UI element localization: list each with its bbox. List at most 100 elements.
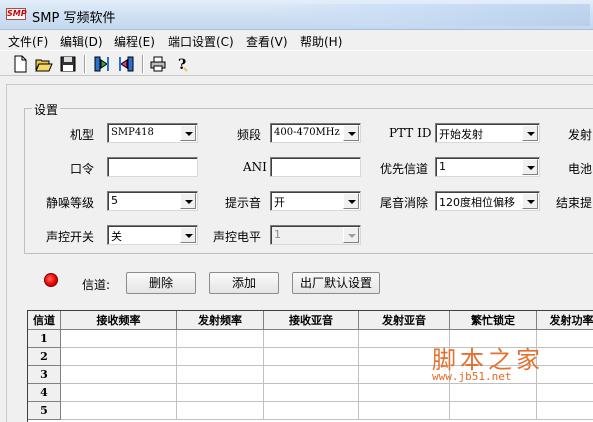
table-cell[interactable] xyxy=(264,366,359,384)
table-cell[interactable] xyxy=(264,384,359,402)
write-to-radio-icon[interactable] xyxy=(116,54,136,74)
chevron-down-icon[interactable] xyxy=(343,125,359,141)
table-cell[interactable] xyxy=(450,384,537,402)
squelch-value: 5 xyxy=(111,194,118,207)
delete-button[interactable]: 删除 xyxy=(126,272,196,294)
svg-text:?: ? xyxy=(178,57,186,73)
table-header-tx-freq: 发射频率 xyxy=(177,311,264,330)
table-cell[interactable] xyxy=(61,348,177,366)
chevron-down-icon xyxy=(343,227,359,243)
window-title: SMP 写频软件 xyxy=(32,11,116,26)
vox-level-label: 声控电平 xyxy=(213,230,262,244)
chevron-down-icon[interactable] xyxy=(180,125,196,141)
model-label: 机型 xyxy=(70,128,95,142)
menu-port[interactable]: 端口设置(C) xyxy=(168,33,234,50)
table-row-number[interactable]: 4 xyxy=(28,384,61,402)
table-cell[interactable] xyxy=(359,402,450,420)
priority-channel-label: 优先信道 xyxy=(380,162,429,176)
ani-label: ANI xyxy=(243,160,267,174)
beep-select[interactable]: 开 xyxy=(270,191,361,211)
vox-level-select: 1 xyxy=(270,225,361,245)
vox-switch-label: 声控开关 xyxy=(46,230,95,244)
menu-edit[interactable]: 编辑(D) xyxy=(60,33,103,50)
title-bar: SMP SMP 写频软件 xyxy=(0,0,593,30)
model-select[interactable]: SMP418 xyxy=(107,123,198,143)
table-cell[interactable] xyxy=(359,384,450,402)
password-label: 口令 xyxy=(70,162,95,176)
table-header-busy-lock: 繁忙锁定 xyxy=(450,311,537,330)
ptt-id-select[interactable]: 开始发射 xyxy=(435,123,540,143)
table-cell[interactable] xyxy=(537,330,593,348)
squelch-label: 静噪等级 xyxy=(46,196,95,210)
password-field[interactable] xyxy=(107,157,198,177)
table-cell[interactable] xyxy=(537,348,593,366)
chevron-down-icon[interactable] xyxy=(180,227,196,243)
priority-channel-value: 1 xyxy=(439,160,446,173)
read-from-radio-icon[interactable] xyxy=(92,54,112,74)
table-cell[interactable] xyxy=(61,330,177,348)
watermark-url: www.jb51.net xyxy=(432,370,512,383)
table-row-number[interactable]: 2 xyxy=(28,348,61,366)
band-label: 频段 xyxy=(237,128,262,142)
chevron-down-icon[interactable] xyxy=(343,193,359,209)
menu-bar: 文件(F) 编辑(D) 编程(E) 端口设置(C) 查看(V) 帮助(H) xyxy=(0,30,593,50)
channel-label: 信道: xyxy=(82,278,111,292)
table-row-number[interactable]: 5 xyxy=(28,402,61,420)
menu-view[interactable]: 查看(V) xyxy=(246,33,288,50)
battery-cut-label: 电池 xyxy=(568,162,593,176)
table-cell[interactable] xyxy=(177,384,264,402)
table-cell[interactable] xyxy=(61,384,177,402)
tx-cut-label: 发射 xyxy=(568,128,593,142)
table-cell[interactable] xyxy=(264,348,359,366)
app-logo-icon: SMP xyxy=(6,8,27,20)
end-cut-label: 结束提 xyxy=(556,196,593,210)
chevron-down-icon[interactable] xyxy=(180,193,196,209)
vox-switch-select[interactable]: 关 xyxy=(107,225,198,245)
band-value: 400-470MHz xyxy=(274,127,340,138)
table-cell[interactable] xyxy=(264,330,359,348)
table-header-channel: 信道 xyxy=(28,311,61,330)
table-cell[interactable] xyxy=(264,402,359,420)
table-row-number[interactable]: 1 xyxy=(28,330,61,348)
table-cell[interactable] xyxy=(61,402,177,420)
chevron-down-icon[interactable] xyxy=(522,159,538,175)
table-row-number[interactable]: 3 xyxy=(28,366,61,384)
tail-elim-value: 120度相位偏移 xyxy=(439,196,515,209)
band-select[interactable]: 400-470MHz xyxy=(270,123,361,143)
table-cell[interactable] xyxy=(177,330,264,348)
save-disk-icon[interactable] xyxy=(58,54,78,74)
vox-switch-value: 关 xyxy=(111,230,122,243)
vox-level-value: 1 xyxy=(274,228,281,241)
chevron-down-icon[interactable] xyxy=(522,125,538,141)
table-header-tx-power: 发射功率 xyxy=(537,311,593,330)
table-header-rx-freq: 接收频率 xyxy=(61,311,177,330)
squelch-select[interactable]: 5 xyxy=(107,191,198,211)
factory-default-button[interactable]: 出厂默认设置 xyxy=(292,272,380,294)
tail-elim-select[interactable]: 120度相位偏移 xyxy=(435,191,540,211)
table-cell[interactable] xyxy=(450,402,537,420)
table-cell[interactable] xyxy=(537,366,593,384)
table-cell[interactable] xyxy=(537,402,593,420)
help-icon[interactable]: ? xyxy=(172,54,192,74)
table-cell[interactable] xyxy=(177,366,264,384)
beep-value: 开 xyxy=(274,196,285,209)
settings-group-title: 设置 xyxy=(32,101,61,118)
new-document-icon[interactable] xyxy=(10,54,30,74)
title-bar-background xyxy=(260,4,590,26)
menu-program[interactable]: 编程(E) xyxy=(114,33,155,50)
ptt-id-label: PTT ID xyxy=(389,126,432,140)
chevron-down-icon[interactable] xyxy=(522,193,538,209)
table-cell[interactable] xyxy=(177,402,264,420)
table-cell[interactable] xyxy=(61,366,177,384)
add-button[interactable]: 添加 xyxy=(209,272,279,294)
table-cell[interactable] xyxy=(537,384,593,402)
tail-elim-label: 尾音消除 xyxy=(380,196,429,210)
menu-help[interactable]: 帮助(H) xyxy=(300,33,342,50)
table-cell[interactable] xyxy=(177,348,264,366)
menu-file[interactable]: 文件(F) xyxy=(8,33,48,50)
priority-channel-select[interactable]: 1 xyxy=(435,157,540,177)
ani-field[interactable] xyxy=(270,157,361,177)
print-icon[interactable] xyxy=(148,54,168,74)
toolbar-separator xyxy=(142,55,144,73)
open-folder-icon[interactable] xyxy=(34,54,54,74)
